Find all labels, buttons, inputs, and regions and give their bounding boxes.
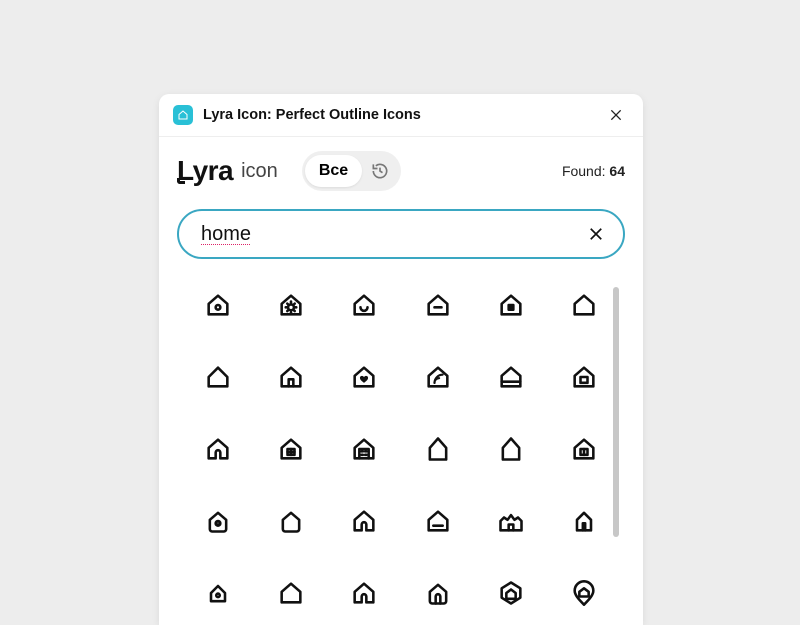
filter-all-button[interactable]: Все <box>305 155 362 187</box>
home-pin-icon[interactable] <box>558 575 610 611</box>
home-mini-icon[interactable] <box>192 575 244 611</box>
scrollbar[interactable] <box>613 287 619 625</box>
icon-grid <box>177 287 625 611</box>
home-tall-icon[interactable] <box>412 431 464 467</box>
home-gear-icon[interactable] <box>265 287 317 323</box>
found-number: 64 <box>609 163 625 179</box>
home-round-icon[interactable] <box>265 503 317 539</box>
clear-search-button[interactable] <box>585 223 607 245</box>
home-window2-icon[interactable] <box>558 431 610 467</box>
home-smile-icon[interactable] <box>338 287 390 323</box>
home-arch3-icon[interactable] <box>412 575 464 611</box>
logo-sub: icon <box>241 160 278 183</box>
search-field[interactable] <box>177 209 625 259</box>
home-window-icon[interactable] <box>265 431 317 467</box>
plugin-panel: Lyra Icon: Perfect Outline Icons Lyra ic… <box>159 94 643 625</box>
search-input[interactable] <box>201 223 585 246</box>
home-door-icon[interactable] <box>265 359 317 395</box>
home-hex-icon[interactable] <box>485 575 537 611</box>
close-button[interactable] <box>605 104 627 126</box>
filter-toggle: Все <box>302 151 401 191</box>
close-icon <box>587 225 605 243</box>
home-open-icon[interactable] <box>192 431 244 467</box>
home-box-icon[interactable] <box>558 359 610 395</box>
home-wifi-icon[interactable] <box>412 359 464 395</box>
home-circle-icon[interactable] <box>192 287 244 323</box>
plugin-title: Lyra Icon: Perfect Outline Icons <box>203 107 605 123</box>
header-row: Lyra icon Все Found: 64 <box>177 151 625 191</box>
icon-grid-viewport <box>177 287 625 625</box>
home-heart-icon[interactable] <box>338 359 390 395</box>
home-floor-icon[interactable] <box>485 359 537 395</box>
home-basic-icon[interactable] <box>192 359 244 395</box>
home-arch2-icon[interactable] <box>338 575 390 611</box>
panel-body: Lyra icon Все Found: 64 <box>159 137 643 625</box>
home-line-icon[interactable] <box>412 503 464 539</box>
home-narrow-icon[interactable] <box>558 503 610 539</box>
home-dot-solid-icon[interactable] <box>485 287 537 323</box>
home-outline-icon[interactable] <box>558 287 610 323</box>
plugin-logo-icon <box>173 105 193 125</box>
logo-main: Lyra <box>177 155 233 187</box>
home-target-icon[interactable] <box>192 503 244 539</box>
home-tall2-icon[interactable] <box>485 431 537 467</box>
scroll-thumb[interactable] <box>613 287 619 537</box>
history-icon <box>370 161 390 181</box>
titlebar: Lyra Icon: Perfect Outline Icons <box>159 94 643 137</box>
home-building-icon[interactable] <box>338 431 390 467</box>
home-dash-icon[interactable] <box>412 287 464 323</box>
home-arch-icon[interactable] <box>338 503 390 539</box>
found-count: Found: 64 <box>562 163 625 179</box>
filter-history-button[interactable] <box>362 154 398 188</box>
logo-main-text: Lyra <box>177 155 233 186</box>
found-label: Found: <box>562 163 606 179</box>
home-cottage-icon[interactable] <box>485 503 537 539</box>
home-plain-icon[interactable] <box>265 575 317 611</box>
